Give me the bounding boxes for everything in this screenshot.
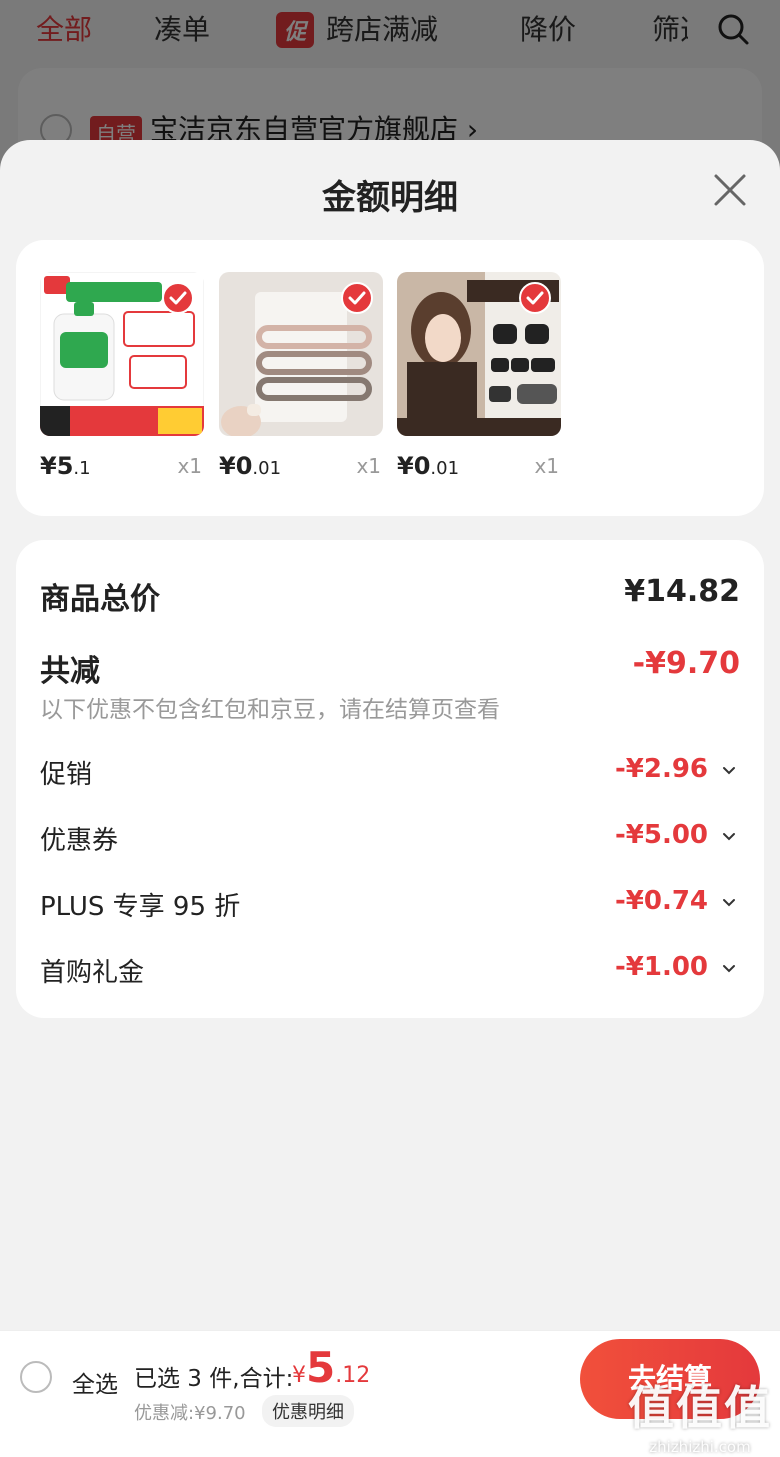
price-integer: ¥0	[397, 452, 431, 480]
product-quantity: x1	[534, 454, 559, 478]
amount-detail-sheet: 金额明细 ¥5.1 x1 ¥0.01 x1 ¥0.01 x1 商品总价 ¥14.…	[0, 140, 780, 1457]
watermark-logo: 值值值	[628, 1381, 772, 1435]
price-decimal: .1	[73, 458, 91, 479]
close-icon[interactable]	[712, 172, 748, 208]
discount-row-first-purchase[interactable]: 首购礼金 -¥1.00	[40, 952, 740, 988]
discount-label: 优惠券	[40, 826, 119, 856]
discount-label: 首购礼金	[40, 958, 145, 988]
discount-row-plus[interactable]: PLUS 专享 95 折 -¥0.74	[40, 886, 740, 922]
hair-claw-thumbnail	[397, 272, 561, 436]
sheet-title: 金额明细	[322, 178, 458, 218]
laundry-detergent-thumbnail	[40, 272, 204, 436]
select-all-label[interactable]: 全选	[72, 1365, 118, 1399]
price-integer: ¥0	[219, 452, 253, 480]
product-item[interactable]: ¥0.01 x1	[397, 272, 561, 482]
discount-row-promotion[interactable]: 促销 -¥2.96	[40, 754, 740, 790]
site-watermark: 值值值 zhizhizhi.com	[628, 1372, 772, 1456]
total-reduction-label: 共减	[40, 654, 100, 689]
price-integer: ¥5	[40, 452, 74, 480]
discount-label: PLUS 专享 95 折	[40, 892, 241, 922]
product-price: ¥0.01	[219, 452, 281, 480]
chevron-down-icon[interactable]	[722, 962, 736, 976]
product-quantity: x1	[356, 454, 381, 478]
currency-symbol: ¥	[292, 1363, 306, 1388]
selected-count-text: 已选 3 件,合计:	[134, 1366, 294, 1392]
selected-check-icon[interactable]	[519, 282, 551, 314]
product-item[interactable]: ¥5.1 x1	[40, 272, 204, 482]
chevron-down-icon[interactable]	[722, 830, 736, 844]
amount-breakdown-card: 商品总价 ¥14.82 共减 -¥9.70 以下优惠不包含红包和京豆，请在结算页…	[16, 540, 764, 1018]
selected-check-icon[interactable]	[162, 282, 194, 314]
total-amount: ¥5.12	[292, 1343, 370, 1392]
hair-clip-thumbnail	[219, 272, 383, 436]
product-quantity: x1	[177, 454, 202, 478]
total-reduction-value: -¥9.70	[632, 646, 740, 681]
price-decimal: .01	[252, 458, 282, 479]
chevron-down-icon[interactable]	[722, 896, 736, 910]
discount-summary: 优惠减:¥9.70	[134, 1403, 246, 1424]
select-all-radio[interactable]	[20, 1361, 52, 1393]
discount-label: 促销	[40, 760, 93, 790]
discount-row-coupon[interactable]: 优惠券 -¥5.00	[40, 820, 740, 856]
product-price: ¥0.01	[397, 452, 459, 480]
total-price-row: 商品总价 ¥14.82	[40, 574, 740, 617]
product-item[interactable]: ¥0.01 x1	[219, 272, 383, 482]
total-reduction-row: 共减 -¥9.70	[40, 646, 740, 689]
product-price: ¥5.1	[40, 452, 91, 480]
discount-note: 以下优惠不包含红包和京豆，请在结算页查看	[40, 697, 500, 723]
chevron-down-icon[interactable]	[722, 764, 736, 778]
total-integer: 5	[306, 1343, 336, 1392]
selected-check-icon[interactable]	[341, 282, 373, 314]
total-price-label: 商品总价	[40, 582, 160, 617]
discount-detail-button[interactable]: 优惠明细	[262, 1395, 354, 1427]
price-decimal: .01	[430, 458, 460, 479]
selected-products-card: ¥5.1 x1 ¥0.01 x1 ¥0.01 x1	[16, 240, 764, 516]
total-decimal: .12	[335, 1363, 371, 1388]
total-price-value: ¥14.82	[624, 574, 740, 609]
watermark-url: zhizhizhi.com	[649, 1438, 751, 1456]
